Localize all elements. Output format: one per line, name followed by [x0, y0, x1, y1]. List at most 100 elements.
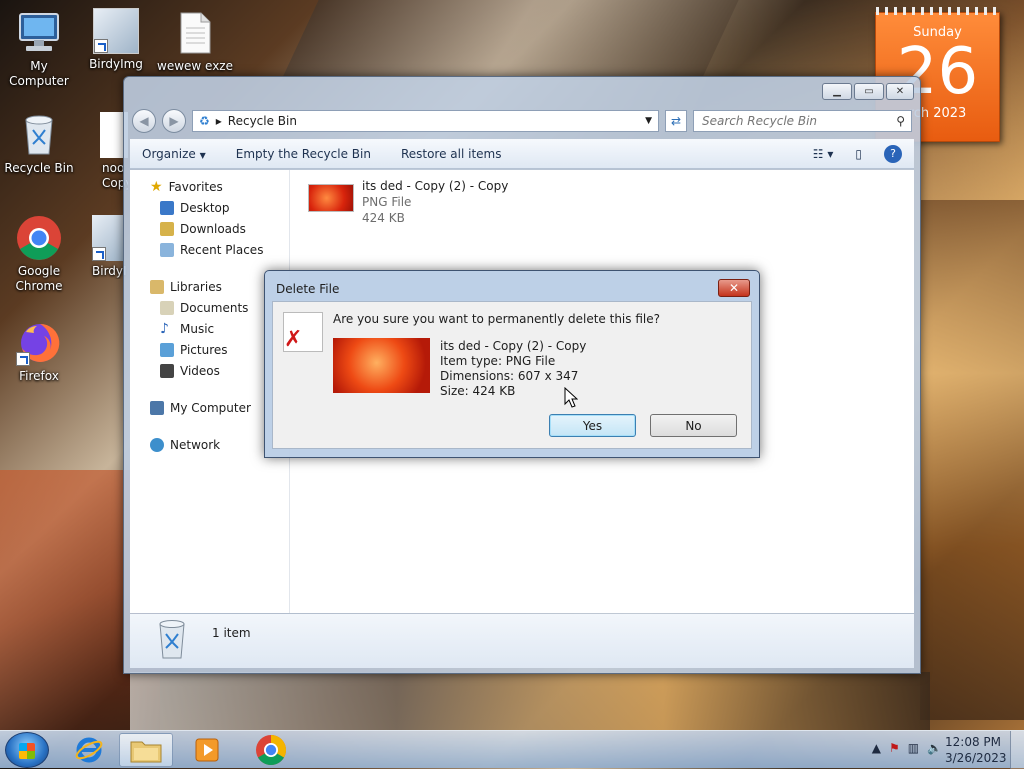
mouse-cursor-icon: [564, 387, 578, 408]
desktop-icon-wewew[interactable]: wewew exze: [156, 10, 234, 74]
taskbar-windows-explorer[interactable]: [119, 733, 173, 767]
action-center-icon[interactable]: ⚑: [889, 741, 900, 755]
wallpaper-shard: [920, 200, 1024, 720]
downloads-icon: [160, 221, 174, 236]
file-name: its ded - Copy (2) - Copy: [362, 179, 509, 193]
libraries-icon: [150, 279, 164, 294]
computer-icon: [16, 10, 62, 56]
document-icon: [172, 10, 218, 56]
shortcut-arrow-icon: [92, 247, 106, 261]
empty-recycle-bin-button[interactable]: Empty the Recycle Bin: [236, 147, 371, 161]
chrome-icon: [16, 215, 62, 261]
internet-explorer-icon: [75, 737, 103, 763]
desktop-icon-recycle-bin[interactable]: Recycle Bin: [0, 112, 78, 176]
breadcrumb: Recycle Bin: [227, 114, 297, 128]
start-button[interactable]: [5, 732, 49, 768]
show-desktop-button[interactable]: [1010, 731, 1024, 769]
desktop-icon-birdyimg[interactable]: BirdyImg: [77, 8, 155, 72]
image-shortcut-icon: [92, 215, 124, 261]
no-button[interactable]: No: [650, 414, 737, 437]
command-bar: Organize ▼ Empty the Recycle Bin Restore…: [130, 139, 914, 169]
address-bar[interactable]: ♻ ▸ Recycle Bin ▼: [192, 110, 659, 132]
file-dimensions: Dimensions: 607 x 347: [440, 369, 579, 383]
documents-icon: [160, 300, 174, 315]
taskbar-google-chrome[interactable]: [244, 733, 298, 767]
dialog-close-button[interactable]: ✕: [718, 279, 750, 297]
organize-menu[interactable]: Organize ▼: [142, 147, 206, 161]
yes-button[interactable]: Yes: [549, 414, 636, 437]
media-player-icon: [195, 738, 219, 762]
dialog-body: Are you sure you want to permanently del…: [272, 301, 752, 449]
chrome-icon: [256, 735, 287, 766]
desktop-icon: [160, 200, 174, 215]
restore-all-button[interactable]: Restore all items: [401, 147, 502, 161]
address-bar-row: ◀ ▶ ♻ ▸ Recycle Bin ▼ ⇄ ⚲: [132, 107, 912, 135]
item-count: 1 item: [212, 626, 251, 640]
clock-date: 3/26/2023: [945, 751, 1007, 765]
window-controls: ▁ ▭ ✕: [822, 83, 914, 100]
dialog-title: Delete File: [276, 282, 340, 296]
desktop-icon-firefox[interactable]: Firefox: [0, 320, 78, 384]
firefox-icon: [16, 320, 62, 366]
delete-warning-icon: [283, 312, 323, 352]
preview-pane-icon[interactable]: ▯: [855, 147, 862, 161]
computer-icon: [150, 400, 164, 415]
show-hidden-icons-icon[interactable]: ▲: [872, 741, 881, 755]
taskbar-internet-explorer[interactable]: [62, 733, 116, 767]
back-button[interactable]: ◀: [132, 109, 156, 133]
details-pane: 1 item: [130, 614, 914, 668]
delete-file-dialog: Delete File ✕ Are you sure you want to p…: [264, 270, 760, 458]
volume-muted-icon[interactable]: 🔈: [927, 741, 942, 755]
file-name: its ded - Copy (2) - Copy: [440, 339, 587, 353]
star-icon: ★: [150, 178, 163, 195]
chevron-down-icon[interactable]: ▼: [645, 116, 652, 126]
maximize-button[interactable]: ▭: [854, 83, 884, 100]
nav-desktop[interactable]: Desktop: [130, 197, 289, 218]
calendar-rings: [876, 7, 999, 15]
recycle-bin-small-icon: ♻: [199, 114, 210, 128]
nav-downloads[interactable]: Downloads: [130, 218, 289, 239]
desktop-icon-my-computer[interactable]: My Computer: [0, 10, 78, 89]
file-thumbnail: [308, 184, 354, 212]
shortcut-arrow-icon: [16, 352, 30, 366]
wallpaper-shard: [281, 0, 739, 80]
file-preview-thumbnail: [333, 338, 430, 393]
refresh-button[interactable]: ⇄: [665, 110, 687, 132]
forward-button[interactable]: ▶: [162, 109, 186, 133]
desktop-icon-birdy[interactable]: BirdyI: [88, 215, 128, 279]
recent-places-icon: [160, 242, 174, 257]
help-icon[interactable]: ?: [884, 144, 902, 163]
system-tray: ▲ ⚑ ▥ 🔈: [872, 741, 942, 755]
recycle-bin-icon: [154, 618, 190, 665]
close-button[interactable]: ✕: [886, 83, 914, 100]
file-type: PNG File: [362, 195, 412, 209]
image-shortcut-icon: [93, 8, 139, 54]
view-options-icon[interactable]: ☷ ▾: [813, 147, 834, 161]
search-box[interactable]: ⚲: [693, 110, 912, 132]
system-clock[interactable]: 12:08 PM 3/26/2023: [945, 734, 1007, 766]
taskbar: ▲ ⚑ ▥ 🔈 12:08 PM 3/26/2023: [0, 730, 1024, 769]
desktop-icon-google-chrome[interactable]: Google Chrome: [0, 215, 78, 294]
network-status-icon[interactable]: ▥: [908, 741, 919, 755]
dialog-question: Are you sure you want to permanently del…: [333, 312, 660, 326]
search-input[interactable]: [700, 113, 897, 129]
minimize-button[interactable]: ▁: [822, 83, 852, 100]
shortcut-arrow-icon: [94, 39, 108, 53]
nav-recent-places[interactable]: Recent Places: [130, 239, 289, 260]
music-icon: ♪: [160, 320, 169, 337]
clock-time: 12:08 PM: [945, 735, 1001, 749]
desktop-icon-noo[interactable]: noo Copy.p: [88, 112, 128, 191]
file-item-type: Item type: PNG File: [440, 354, 556, 368]
file-size: 424 KB: [362, 211, 405, 225]
pictures-icon: [160, 342, 174, 357]
recycle-bin-icon: [16, 112, 62, 158]
chevron-down-icon: ▼: [199, 150, 206, 160]
search-icon[interactable]: ⚲: [896, 114, 905, 128]
nav-favorites[interactable]: ★ Favorites: [130, 176, 289, 197]
breadcrumb-arrow-icon: ▸: [215, 114, 222, 128]
taskbar-media-player[interactable]: [180, 733, 234, 767]
folder-icon: [130, 741, 162, 763]
file-item[interactable]: its ded - Copy (2) - Copy PNG File 424 K…: [308, 178, 896, 226]
network-icon: [150, 437, 164, 452]
wallpaper-shard: [130, 672, 930, 730]
